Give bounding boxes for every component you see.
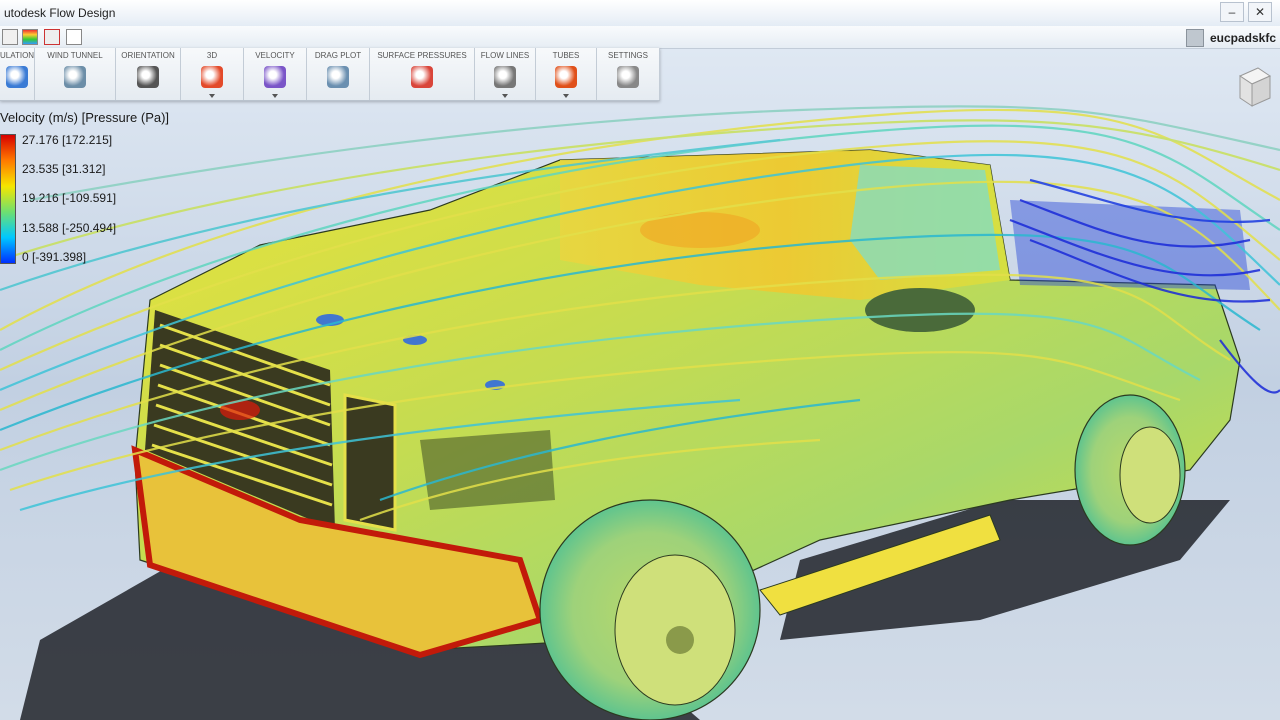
close-icon[interactable]: ✕	[1248, 2, 1272, 22]
velocity-icon	[264, 66, 286, 88]
ribbon-button-label: FLOW LINES	[480, 51, 530, 60]
ribbon-button-label: WIND TUNNEL	[47, 51, 103, 60]
ribbon-button-label: SETTINGS	[607, 51, 648, 60]
drag-plot-icon	[327, 66, 349, 88]
legend-tick: 27.176 [172.215]	[22, 133, 113, 147]
surface-pressures-icon	[411, 66, 433, 88]
quick-access-bar: eucpadskfc	[0, 26, 1280, 49]
ribbon-button-settings[interactable]: SETTINGS	[597, 48, 660, 100]
open-icon[interactable]	[2, 29, 18, 45]
orientation-icon	[137, 66, 159, 88]
wind-tunnel-icon	[64, 66, 86, 88]
ribbon-button-surface-pressures[interactable]: SURFACE PRESSURES	[370, 48, 475, 100]
ribbon-button-label: 3D	[206, 51, 218, 60]
front-wheel	[539, 499, 761, 720]
user-account[interactable]: eucpadskfc	[1185, 29, 1276, 47]
rear-wheel	[1074, 394, 1186, 546]
avatar	[1185, 29, 1204, 47]
ribbon-button-velocity[interactable]: VELOCITY	[244, 48, 307, 100]
ribbon-button-drag-plot[interactable]: DRAG PLOT	[307, 48, 370, 100]
color-scale-bar	[0, 134, 16, 264]
ribbon-button-flow-lines[interactable]: FLOW LINES	[475, 48, 536, 100]
viewcube-icon[interactable]	[1236, 66, 1272, 108]
chevron-down-icon[interactable]	[209, 94, 215, 98]
3d-view-icon	[201, 66, 223, 88]
ribbon-button-label: SURFACE PRESSURES	[377, 51, 467, 60]
legend-title: Velocity (m/s) [Pressure (Pa)]	[0, 110, 170, 125]
user-name: eucpadskfc	[1209, 31, 1276, 45]
ribbon-button-label: ORIENTATION	[121, 51, 175, 60]
settings-icon	[617, 66, 639, 88]
window-title: utodesk Flow Design	[4, 6, 116, 20]
ribbon-button-label: ULATION	[0, 51, 35, 60]
ribbon-button-tubes[interactable]: TUBES	[536, 48, 597, 100]
image-icon[interactable]	[44, 29, 60, 45]
blank-icon[interactable]	[66, 29, 82, 45]
legend-tick: 13.588 [-250.494]	[22, 221, 117, 235]
palette-icon[interactable]	[22, 29, 38, 45]
ribbon-button-label: VELOCITY	[255, 51, 295, 60]
ribbon-button-wind-tunnel[interactable]: WIND TUNNEL	[35, 48, 116, 100]
chevron-down-icon[interactable]	[563, 94, 569, 98]
ribbon-button-label: TUBES	[552, 51, 580, 60]
chevron-down-icon[interactable]	[272, 94, 278, 98]
tubes-icon	[555, 66, 577, 88]
legend-tick: 23.535 [31.312]	[22, 162, 106, 176]
legend-tick: 19.216 [-109.591]	[22, 191, 117, 205]
minimize-button[interactable]: –	[1220, 2, 1244, 22]
ribbon-button-orientation[interactable]: ORIENTATION	[116, 48, 181, 100]
flow-lines-icon	[494, 66, 516, 88]
legend-tick: 0 [-391.398]	[22, 250, 87, 264]
ribbon-button-label: DRAG PLOT	[314, 51, 362, 60]
ribbon-button-ulation[interactable]: ULATION	[0, 48, 35, 100]
simulation-viewport[interactable]	[0, 48, 1280, 720]
chevron-down-icon[interactable]	[502, 94, 508, 98]
ribbon-button-3d[interactable]: 3D	[181, 48, 244, 100]
title-bar: utodesk Flow Design – ✕	[0, 0, 1280, 27]
ribbon-toolbar: ULATION WIND TUNNEL ORIENTATION 3D VELOCITY D…	[0, 48, 660, 101]
simulation-icon	[6, 66, 28, 88]
